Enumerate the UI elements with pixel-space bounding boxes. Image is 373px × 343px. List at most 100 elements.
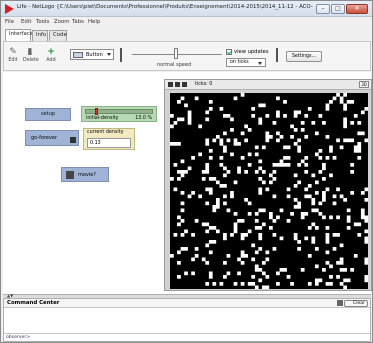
menu-help[interactable]: Help xyxy=(88,19,100,25)
live-cell xyxy=(223,233,227,237)
live-cell xyxy=(276,114,280,118)
minimize-button[interactable]: – xyxy=(316,4,330,14)
live-cell xyxy=(304,163,309,167)
live-cell xyxy=(336,138,340,143)
monitor-label: current density xyxy=(87,130,124,135)
live-cell xyxy=(325,233,330,237)
live-cell xyxy=(269,212,273,216)
setup-button[interactable]: setup xyxy=(25,108,71,121)
command-center-header: Command Center Clear xyxy=(4,299,370,308)
menu-edit[interactable]: Edit xyxy=(21,19,31,25)
live-cell xyxy=(339,194,344,199)
live-cell xyxy=(343,124,347,129)
live-cell xyxy=(205,142,210,146)
live-cell xyxy=(325,261,330,265)
live-cell xyxy=(223,275,227,279)
maximize-button[interactable]: □ xyxy=(331,4,345,14)
live-cell xyxy=(357,222,362,227)
live-cell xyxy=(201,170,206,174)
live-cell xyxy=(297,145,302,150)
menu-tabs[interactable]: Tabs xyxy=(72,19,84,25)
speed-slider-handle[interactable] xyxy=(174,48,178,59)
delete-tool[interactable]: ▮ Delete xyxy=(23,47,39,63)
live-cell xyxy=(300,121,305,125)
live-cell xyxy=(314,152,319,157)
close-button[interactable]: ✕ xyxy=(346,4,368,14)
tab-code[interactable]: Code xyxy=(49,30,67,41)
live-cell xyxy=(283,114,287,118)
forever-loop-icon xyxy=(70,137,76,143)
patch-grid xyxy=(170,93,369,290)
live-cell xyxy=(240,156,245,160)
live-cell xyxy=(230,152,234,157)
live-cell xyxy=(297,201,302,206)
live-cell xyxy=(350,138,355,143)
live-cell xyxy=(261,145,266,150)
live-cell xyxy=(322,163,326,167)
live-cell xyxy=(265,187,270,192)
live-cell xyxy=(251,114,256,118)
update-mode-select[interactable]: on ticks xyxy=(226,58,266,67)
live-cell xyxy=(173,163,178,167)
menu-tools[interactable]: Tools xyxy=(36,19,49,25)
live-cell xyxy=(276,131,280,136)
live-cell xyxy=(318,212,323,216)
live-cell xyxy=(322,198,326,202)
live-cell xyxy=(254,264,259,269)
live-cell xyxy=(272,170,277,174)
movie-button[interactable]: movie? xyxy=(61,167,109,182)
live-cell xyxy=(339,243,344,248)
live-cell xyxy=(364,229,369,234)
live-cell xyxy=(254,226,259,230)
live-cell xyxy=(364,198,369,202)
live-cell xyxy=(297,205,302,209)
live-cell xyxy=(304,135,309,139)
add-tool[interactable]: + Add xyxy=(44,47,58,63)
view-updates-checkbox[interactable] xyxy=(226,49,232,55)
live-cell xyxy=(272,163,277,167)
tab-info[interactable]: Info xyxy=(32,30,48,41)
live-cell xyxy=(173,142,178,146)
live-cell xyxy=(346,138,351,143)
clear-button[interactable]: Clear xyxy=(344,300,368,307)
tab-interface[interactable]: Interface xyxy=(5,29,33,41)
live-cell xyxy=(230,128,234,132)
edit-tool[interactable]: ✎ Edit xyxy=(6,47,20,63)
live-cell xyxy=(251,275,256,279)
live-cell xyxy=(198,152,203,157)
command-input[interactable] xyxy=(28,335,366,340)
live-cell xyxy=(240,236,245,241)
live-cell xyxy=(244,233,248,237)
speed-label: normal speed xyxy=(157,62,192,68)
monitor-value-box: 0.13 xyxy=(87,138,131,148)
live-cell xyxy=(350,100,355,104)
3d-button[interactable]: 3D xyxy=(359,81,369,88)
live-cell xyxy=(332,233,337,237)
live-cell xyxy=(215,198,220,202)
settings-button[interactable]: Settings... xyxy=(286,51,322,62)
live-cell xyxy=(325,236,330,241)
menu-zoom[interactable]: Zoom xyxy=(54,19,70,25)
live-cell xyxy=(307,254,312,258)
live-cell xyxy=(325,226,330,230)
live-cell xyxy=(223,131,227,136)
live-cell xyxy=(240,282,245,286)
live-cell xyxy=(226,271,231,276)
toolbar-separator xyxy=(276,48,278,62)
view-control-icon[interactable] xyxy=(168,82,173,87)
view-control-icon[interactable] xyxy=(182,82,187,87)
live-cell xyxy=(230,194,234,199)
go-forever-button[interactable]: go-forever xyxy=(25,130,79,146)
initial-density-slider[interactable]: initial-density 13.0 % xyxy=(81,106,157,122)
menu-file[interactable]: File xyxy=(5,19,14,25)
live-cell xyxy=(304,156,309,160)
view-control-icon[interactable] xyxy=(175,82,180,87)
patch-world[interactable] xyxy=(170,93,369,290)
live-cell xyxy=(332,96,337,101)
widget-type-select[interactable]: Button xyxy=(70,49,114,60)
command-center: Command Center Clear observer> xyxy=(3,298,371,342)
live-cell xyxy=(293,114,298,118)
live-cell xyxy=(258,236,263,241)
slider-handle[interactable] xyxy=(94,108,98,115)
live-cell xyxy=(237,166,241,171)
